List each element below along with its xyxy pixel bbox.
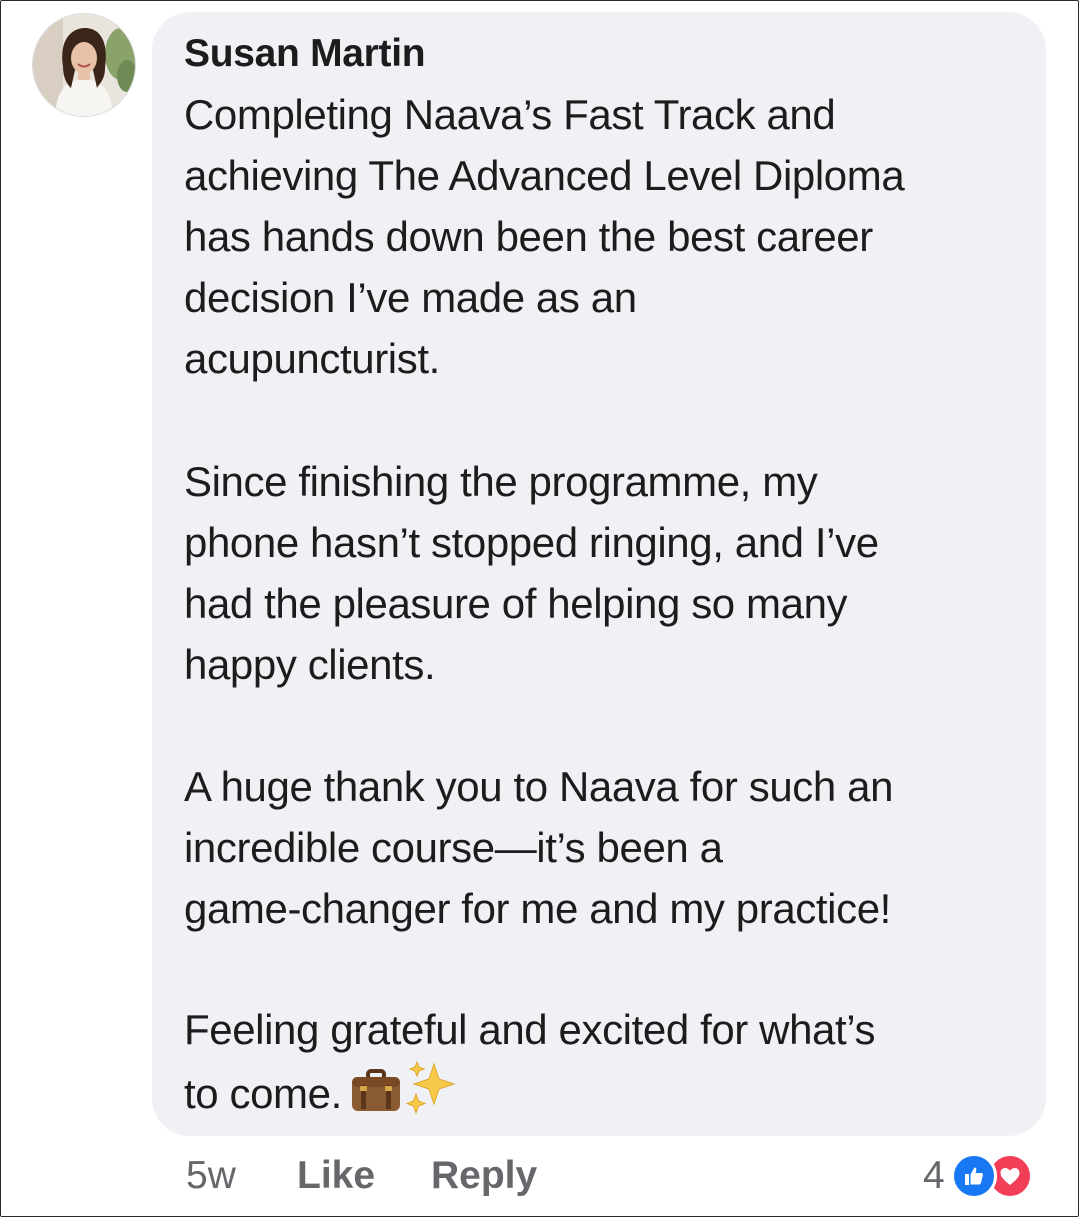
reaction-count: 4	[923, 1154, 945, 1197]
briefcase-emoji-icon	[350, 1068, 402, 1130]
profile-photo	[33, 14, 135, 116]
avatar[interactable]	[33, 14, 135, 116]
sparkles-emoji-icon	[404, 1060, 458, 1130]
comment-author-name[interactable]: Susan Martin	[184, 32, 426, 76]
reactions-summary[interactable]: 4	[923, 1150, 1033, 1202]
reply-button[interactable]: Reply	[431, 1150, 537, 1202]
comment-paragraph: Since finishing the programme, my phone …	[184, 458, 879, 688]
comment-timestamp[interactable]: 5w	[186, 1150, 236, 1202]
comment-paragraph: A huge thank you to Naava for such an in…	[184, 763, 894, 932]
comment-paragraph-text: Feeling grateful and excited for what’s …	[184, 1006, 876, 1117]
like-button[interactable]: Like	[297, 1150, 375, 1202]
comment-paragraph: Completing Naava’s Fast Track and achiev…	[184, 91, 905, 382]
like-reaction-icon	[950, 1153, 997, 1199]
comment-paragraph-last: Feeling grateful and excited for what’s …	[184, 999, 1034, 1130]
